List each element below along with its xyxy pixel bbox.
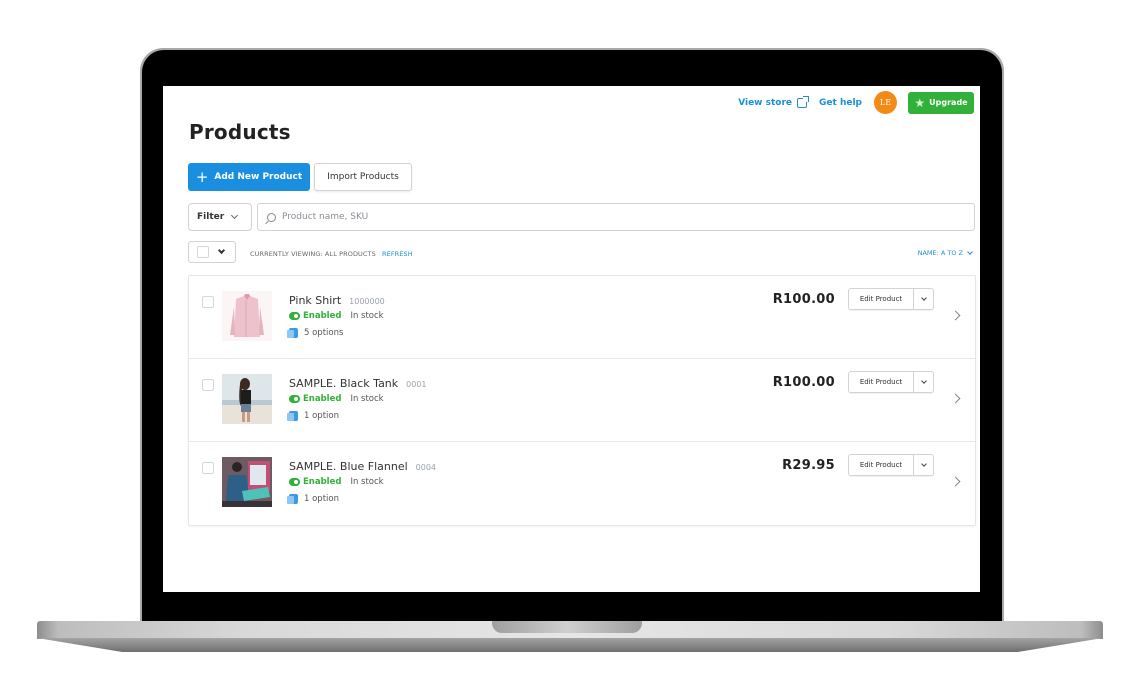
product-options: 5 options — [287, 328, 344, 338]
viewing-text: CURRENTLY VIEWING: ALL PRODUCTS — [250, 250, 376, 258]
top-bar: View store Get help LE ★ Upgrade — [738, 91, 974, 114]
chevron-down-icon — [920, 461, 927, 467]
viewing-status: CURRENTLY VIEWING: ALL PRODUCTS REFRESH — [250, 250, 413, 258]
edit-product-menu-button[interactable] — [913, 289, 933, 309]
edit-product-split-button: Edit Product — [848, 454, 934, 476]
plus-icon: + — [195, 167, 209, 186]
add-new-product-label: Add New Product — [214, 172, 303, 182]
product-options: 1 option — [287, 494, 339, 504]
chevron-down-icon — [920, 295, 927, 301]
enabled-status: Enabled — [303, 311, 342, 321]
edit-product-menu-button[interactable] — [913, 372, 933, 392]
get-help-link[interactable]: Get help — [819, 98, 862, 108]
product-name-text: SAMPLE. Black Tank — [289, 377, 399, 390]
product-name[interactable]: SAMPLE. Black Tank 0001 — [289, 377, 427, 390]
enabled-status: Enabled — [303, 394, 342, 404]
product-thumbnail — [222, 291, 272, 341]
product-name[interactable]: SAMPLE. Blue Flannel 0004 — [289, 460, 436, 473]
chevron-down-icon — [217, 246, 226, 255]
stock-status: In stock — [350, 394, 384, 404]
edit-product-button[interactable]: Edit Product — [849, 289, 913, 309]
product-name[interactable]: Pink Shirt 1000000 — [289, 294, 385, 307]
view-store-label: View store — [738, 97, 793, 108]
options-icon — [287, 494, 298, 504]
laptop-notch — [492, 621, 642, 633]
search-box — [257, 203, 975, 231]
edit-product-button[interactable]: Edit Product — [849, 372, 913, 392]
filter-dropdown[interactable]: Filter — [188, 203, 252, 231]
options-icon — [287, 411, 298, 421]
view-store-link[interactable]: View store — [738, 95, 810, 108]
avatar[interactable]: LE — [874, 91, 897, 114]
laptop-base-bottom — [37, 638, 1103, 652]
bulk-select-dropdown[interactable] — [188, 241, 236, 263]
options-count: 1 option — [304, 411, 339, 421]
product-sku: 0004 — [415, 463, 436, 472]
edit-product-button[interactable]: Edit Product — [849, 455, 913, 475]
stock-status: In stock — [350, 477, 384, 487]
edit-product-split-button: Edit Product — [848, 288, 934, 310]
product-status: Enabled In stock — [289, 311, 384, 321]
product-status: Enabled In stock — [289, 394, 384, 404]
product-price: R100.00 — [772, 375, 835, 390]
product-status: Enabled In stock — [289, 477, 384, 487]
row-checkbox[interactable] — [202, 379, 214, 391]
product-sku: 1000000 — [349, 297, 385, 306]
product-thumbnail — [222, 374, 272, 424]
product-price: R100.00 — [772, 292, 835, 307]
edit-product-split-button: Edit Product — [848, 371, 934, 393]
product-name-text: SAMPLE. Blue Flannel — [289, 460, 408, 473]
chevron-down-icon — [920, 378, 927, 384]
stock-status: In stock — [350, 311, 384, 321]
import-products-button[interactable]: Import Products — [314, 163, 412, 191]
edit-product-menu-button[interactable] — [913, 455, 933, 475]
product-row[interactable]: SAMPLE. Black Tank 0001 Enabled In stock … — [189, 359, 975, 442]
product-price: R29.95 — [782, 458, 835, 473]
row-checkbox[interactable] — [202, 296, 214, 308]
product-thumbnail — [222, 457, 272, 507]
chevron-down-icon — [231, 211, 239, 220]
sort-label: NAME: A TO Z — [917, 249, 963, 257]
filter-label: Filter — [197, 212, 225, 222]
upgrade-button[interactable]: ★ Upgrade — [908, 91, 974, 114]
add-new-product-button[interactable]: + Add New Product — [188, 163, 310, 191]
product-name-text: Pink Shirt — [289, 294, 342, 307]
search-icon — [267, 212, 276, 222]
refresh-link[interactable]: REFRESH — [382, 250, 413, 258]
enabled-status: Enabled — [303, 477, 342, 487]
toggle-on-icon — [289, 312, 300, 320]
product-options: 1 option — [287, 411, 339, 421]
product-sku: 0001 — [406, 380, 427, 389]
star-icon: ★ — [914, 95, 926, 110]
chevron-down-icon — [967, 249, 973, 255]
toggle-on-icon — [289, 395, 300, 403]
row-checkbox[interactable] — [202, 462, 214, 474]
external-link-icon — [797, 95, 810, 108]
laptop-mockup: View store Get help LE ★ Upgrade Product… — [0, 0, 1140, 700]
options-icon — [287, 328, 298, 338]
options-count: 5 options — [304, 328, 344, 338]
product-row[interactable]: Pink Shirt 1000000 Enabled In stock 5 opt… — [189, 276, 975, 359]
chevron-right-icon[interactable] — [950, 393, 961, 404]
sort-dropdown[interactable]: NAME: A TO Z — [917, 249, 973, 257]
chevron-right-icon[interactable] — [950, 310, 961, 321]
upgrade-label: Upgrade — [929, 98, 968, 107]
app-screen: View store Get help LE ★ Upgrade Product… — [163, 86, 980, 592]
chevron-right-icon[interactable] — [950, 476, 961, 487]
search-input[interactable] — [282, 212, 962, 222]
page-title: Products — [189, 120, 291, 144]
toggle-on-icon — [289, 478, 300, 486]
options-count: 1 option — [304, 494, 339, 504]
select-all-checkbox[interactable] — [197, 246, 209, 258]
product-row[interactable]: SAMPLE. Blue Flannel 0004 Enabled In stoc… — [189, 442, 975, 525]
product-list: Pink Shirt 1000000 Enabled In stock 5 opt… — [188, 275, 976, 526]
